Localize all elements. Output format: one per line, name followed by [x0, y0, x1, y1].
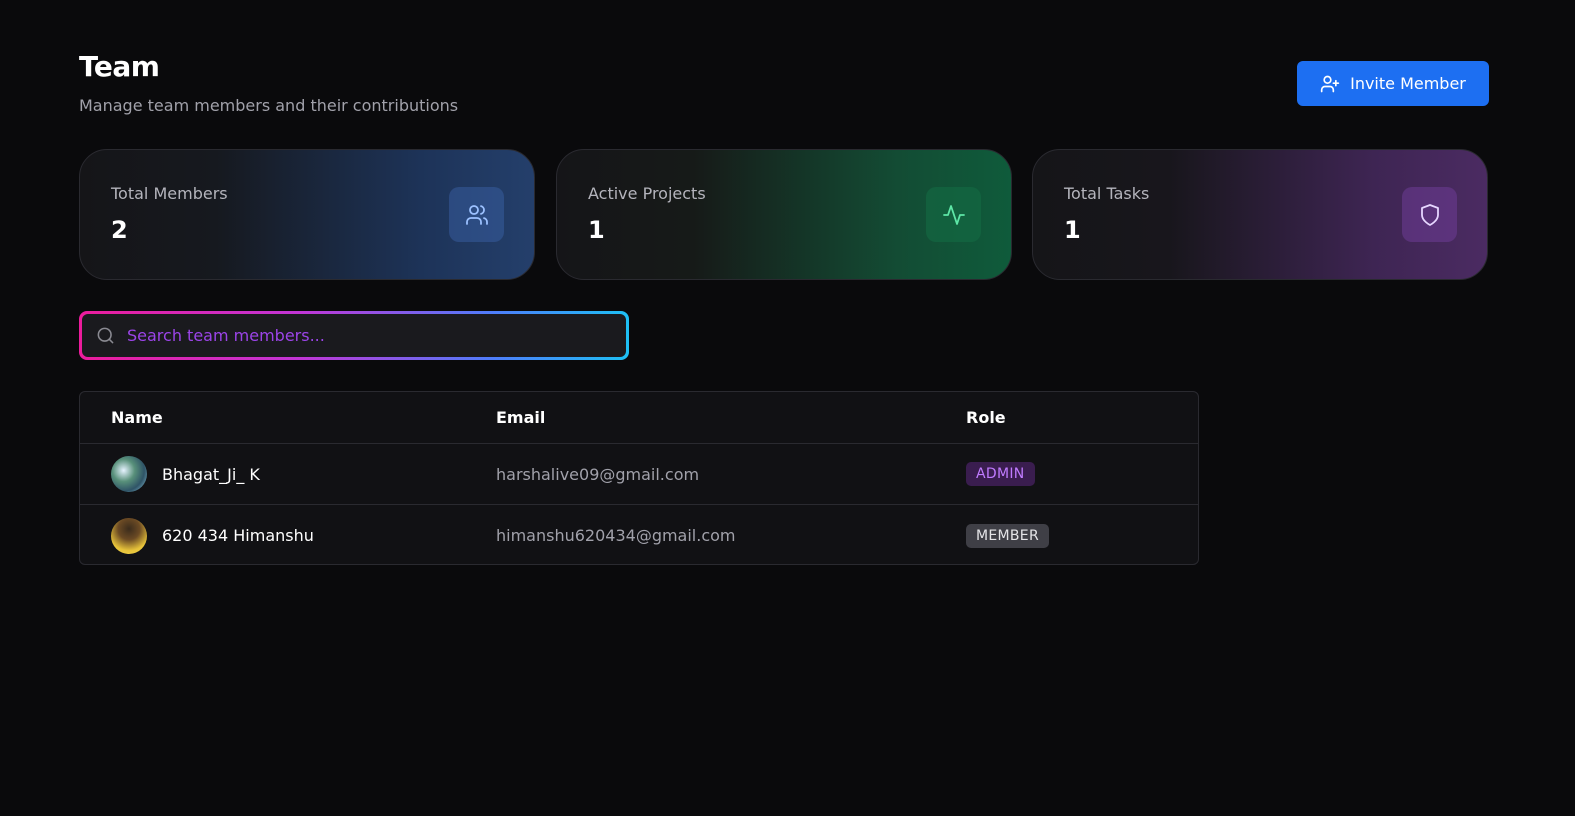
- avatar: [111, 517, 147, 554]
- search-icon: [97, 327, 114, 344]
- member-role-cell: ADMIN: [966, 462, 1198, 486]
- stat-label: Total Tasks: [1064, 184, 1150, 203]
- page-subtitle: Manage team members and their contributi…: [79, 96, 459, 115]
- stat-card-total-tasks: Total Tasks 1: [1032, 149, 1488, 280]
- stat-value: 2: [111, 216, 128, 244]
- member-name-cell: Bhagat_Ji_ K: [80, 456, 496, 492]
- stat-card-active-projects: Active Projects 1: [556, 149, 1012, 280]
- stat-label: Total Members: [111, 184, 228, 203]
- role-badge: ADMIN: [966, 462, 1035, 486]
- table-header: Name Email Role: [80, 392, 1198, 444]
- column-header-email: Email: [496, 408, 546, 427]
- role-badge: MEMBER: [966, 523, 1049, 548]
- table-row[interactable]: Bhagat_Ji_ K harshalive09@gmail.com ADMI…: [80, 444, 1198, 505]
- table-row[interactable]: 620 434 Himanshu himanshu620434@gmail.co…: [80, 505, 1198, 564]
- stat-value: 1: [1064, 216, 1081, 244]
- column-header-name: Name: [111, 408, 163, 427]
- users-icon: [465, 204, 488, 225]
- stat-label: Active Projects: [588, 184, 706, 203]
- member-name: Bhagat_Ji_ K: [162, 464, 260, 484]
- stat-value: 1: [588, 216, 605, 244]
- activity-icon: [942, 204, 965, 225]
- search-input[interactable]: [127, 326, 587, 345]
- search-inner: [82, 314, 626, 357]
- invite-member-button[interactable]: Invite Member: [1297, 61, 1489, 106]
- invite-member-label: Invite Member: [1350, 74, 1466, 93]
- team-page: Team Manage team members and their contr…: [0, 0, 1575, 816]
- member-name-cell: 620 434 Himanshu: [80, 517, 496, 554]
- member-email: harshalive09@gmail.com: [496, 464, 700, 484]
- user-plus-icon: [1320, 75, 1340, 92]
- stat-icon-box: [926, 187, 981, 242]
- member-name: 620 434 Himanshu: [162, 526, 314, 545]
- column-header-role: Role: [966, 408, 1006, 427]
- shield-icon: [1420, 203, 1439, 226]
- stat-icon-box: [449, 187, 504, 242]
- page-scrollbar[interactable]: [1565, 0, 1575, 816]
- stat-card-total-members: Total Members 2: [79, 149, 535, 280]
- team-members-table: Name Email Role Bhagat_Ji_ K harshalive0…: [79, 391, 1199, 565]
- member-role-cell: MEMBER: [966, 523, 1198, 548]
- stat-icon-box: [1402, 187, 1457, 242]
- member-email: himanshu620434@gmail.com: [496, 526, 736, 545]
- page-title: Team: [79, 50, 160, 83]
- avatar: [111, 456, 147, 492]
- search-box: [79, 311, 629, 360]
